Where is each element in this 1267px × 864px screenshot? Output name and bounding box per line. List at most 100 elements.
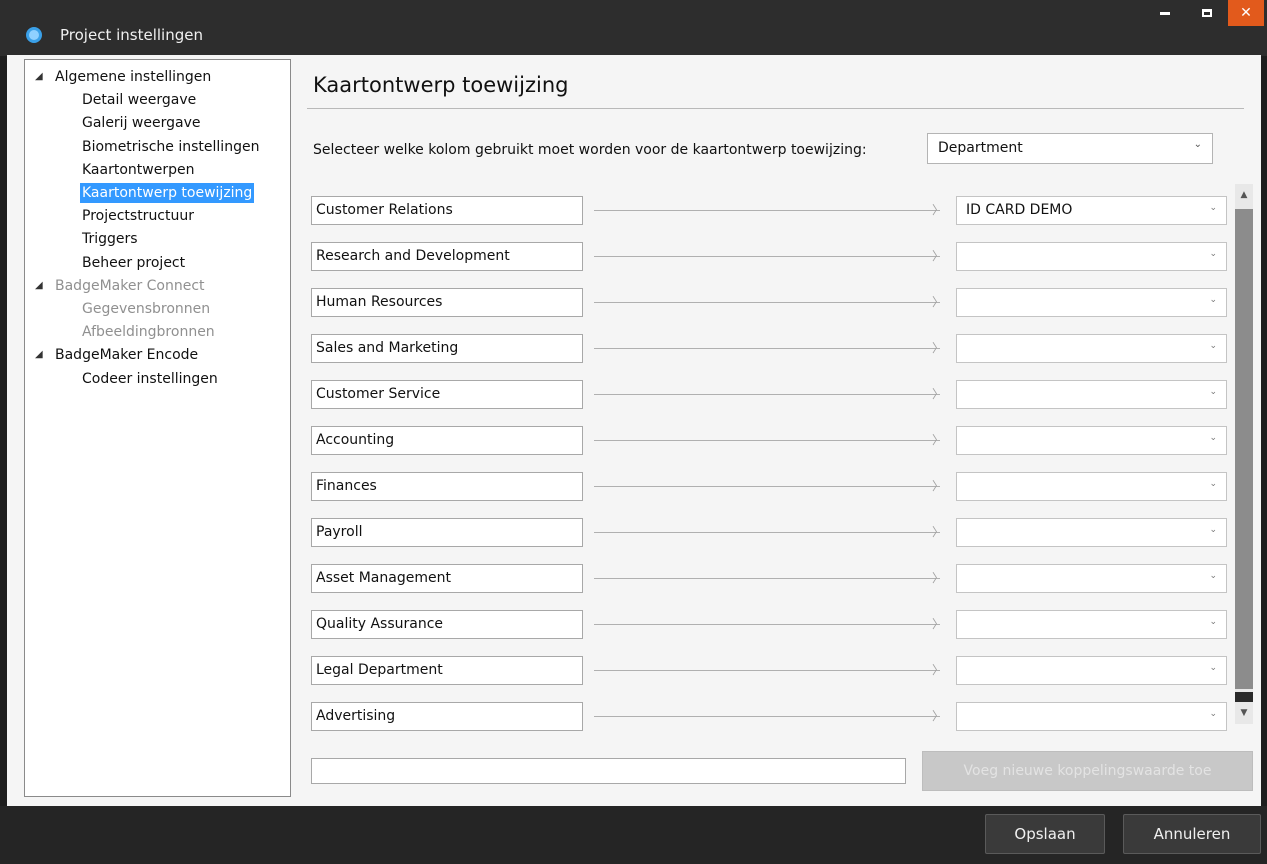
maximize-button[interactable] — [1189, 0, 1225, 26]
tree-item[interactable]: ◢ Algemene instellingen — [35, 67, 211, 87]
tree-item-label: BadgeMaker Connect — [55, 277, 205, 294]
tree-item[interactable]: Codeer instellingen — [82, 369, 218, 389]
mapping-connector-line — [594, 532, 940, 533]
close-button[interactable]: ✕ — [1228, 0, 1264, 26]
scrollbar-track-marker — [1235, 692, 1253, 702]
card-design-select[interactable]: ⌄ — [956, 610, 1227, 639]
mapping-value-text: Asset Management — [316, 570, 451, 586]
card-design-select[interactable]: ⌄ — [956, 380, 1227, 409]
card-design-select[interactable]: ⌄ — [956, 656, 1227, 685]
arrow-right-icon: 〉 — [932, 203, 945, 217]
tree-item-label: Projectstructuur — [82, 208, 194, 225]
chevron-down-icon: ⌄ — [1209, 709, 1217, 719]
card-design-select[interactable]: ⌄ — [956, 334, 1227, 363]
tree-item[interactable]: Afbeeldingbronnen — [82, 322, 215, 342]
tree-item-label: Detail weergave — [82, 92, 197, 109]
chevron-down-icon: ⌄ — [1209, 341, 1217, 351]
title-bar: Project instellingen ✕ — [0, 0, 1267, 56]
mapping-value-text: Customer Relations — [316, 202, 453, 218]
triangle-expanded-icon[interactable]: ◢ — [35, 276, 43, 296]
tree-item[interactable]: Gegevensbronnen — [82, 299, 210, 319]
mapping-connector-line — [594, 394, 940, 395]
card-design-select[interactable]: ⌄ — [956, 564, 1227, 593]
chevron-down-icon: ⌄ — [1209, 663, 1217, 673]
card-design-select[interactable]: ID CARD DEMO ⌄ — [956, 196, 1227, 225]
chevron-down-icon: ⌄ — [1209, 525, 1217, 535]
column-select[interactable]: Department ⌄ — [927, 133, 1213, 164]
tree-item[interactable]: Kaartontwerpen — [82, 160, 194, 180]
scroll-down-arrow-icon[interactable]: ▼ — [1235, 702, 1253, 724]
mapping-value-text: Payroll — [316, 524, 363, 540]
card-design-select[interactable]: ⌄ — [956, 242, 1227, 271]
chevron-down-icon: ⌄ — [1209, 571, 1217, 581]
mapping-connector-line — [594, 256, 940, 257]
mapping-value-field[interactable]: Asset Management — [311, 564, 583, 593]
card-design-select[interactable]: ⌄ — [956, 288, 1227, 317]
save-button[interactable]: Opslaan — [985, 814, 1105, 854]
mapping-value-field[interactable]: Accounting — [311, 426, 583, 455]
card-design-select[interactable]: ⌄ — [956, 702, 1227, 731]
mapping-connector-line — [594, 624, 940, 625]
card-design-select[interactable]: ⌄ — [956, 472, 1227, 501]
mapping-value-text: Quality Assurance — [316, 616, 444, 632]
scrollbar-thumb[interactable] — [1235, 209, 1253, 689]
tree-item[interactable]: ◢ BadgeMaker Encode — [35, 345, 198, 365]
mapping-value-field[interactable]: Sales and Marketing — [311, 334, 583, 363]
mapping-connector-line — [594, 210, 940, 211]
mapping-scrollbar[interactable]: ▲ ▼ — [1235, 184, 1253, 724]
tree-item[interactable]: Beheer project — [82, 253, 185, 273]
add-mapping-value-button[interactable]: Voeg nieuwe koppelingswaarde toe — [922, 751, 1253, 791]
app-logo-icon — [26, 27, 42, 43]
tree-item-label: Triggers — [82, 231, 138, 248]
page-title: Kaartontwerp toewijzing — [313, 73, 569, 97]
arrow-right-icon: 〉 — [932, 663, 945, 677]
arrow-right-icon: 〉 — [932, 341, 945, 355]
mapping-connector-line — [594, 302, 940, 303]
mapping-connector-line — [594, 578, 940, 579]
minimize-button[interactable] — [1147, 0, 1183, 26]
mapping-connector-line — [594, 670, 940, 671]
column-select-value: Department — [938, 140, 1023, 156]
mapping-value-field[interactable]: Finances — [311, 472, 583, 501]
mapping-value-field[interactable]: Legal Department — [311, 656, 583, 685]
chevron-down-icon: ⌄ — [1209, 617, 1217, 627]
card-design-select[interactable]: ⌄ — [956, 518, 1227, 547]
mapping-value-field[interactable]: Research and Development — [311, 242, 583, 271]
tree-item[interactable]: Projectstructuur — [82, 206, 194, 226]
column-prompt-label: Selecteer welke kolom gebruikt moet word… — [313, 142, 867, 158]
arrow-right-icon: 〉 — [932, 617, 945, 631]
tree-item-label: Afbeeldingbronnen — [82, 324, 215, 341]
mapping-value-field[interactable]: Quality Assurance — [311, 610, 583, 639]
mapping-value-field[interactable]: Human Resources — [311, 288, 583, 317]
new-mapping-value-input[interactable] — [311, 758, 906, 784]
project-settings-window: Project instellingen ✕ ◢ Algemene instell… — [0, 0, 1267, 864]
triangle-expanded-icon[interactable]: ◢ — [35, 67, 43, 87]
mapping-connector-line — [594, 486, 940, 487]
tree-item[interactable]: Galerij weergave — [82, 113, 200, 133]
card-design-select[interactable]: ⌄ — [956, 426, 1227, 455]
mapping-value-field[interactable]: Advertising — [311, 702, 583, 731]
mapping-connector-line — [594, 348, 940, 349]
chevron-down-icon: ⌄ — [1209, 433, 1217, 443]
chevron-down-icon: ⌄ — [1209, 295, 1217, 305]
arrow-right-icon: 〉 — [932, 295, 945, 309]
title-divider — [307, 108, 1244, 109]
tree-item[interactable]: Biometrische instellingen — [82, 137, 259, 157]
arrow-right-icon: 〉 — [932, 249, 945, 263]
chevron-down-icon: ⌄ — [1209, 203, 1217, 213]
cancel-button[interactable]: Annuleren — [1123, 814, 1261, 854]
dialog-footer: Opslaan Annuleren — [0, 806, 1267, 864]
scroll-up-arrow-icon[interactable]: ▲ — [1235, 184, 1253, 206]
mapping-value-field[interactable]: Customer Relations — [311, 196, 583, 225]
mapping-value-text: Research and Development — [316, 248, 510, 264]
triangle-expanded-icon[interactable]: ◢ — [35, 345, 43, 365]
mapping-value-field[interactable]: Customer Service — [311, 380, 583, 409]
chevron-down-icon: ⌄ — [1209, 249, 1217, 259]
tree-item[interactable]: Detail weergave — [82, 90, 196, 110]
mapping-value-text: Customer Service — [316, 386, 441, 402]
tree-item-label: Biometrische instellingen — [82, 138, 260, 155]
tree-item[interactable]: ◢ BadgeMaker Connect — [35, 276, 205, 296]
mapping-value-field[interactable]: Payroll — [311, 518, 583, 547]
tree-item[interactable]: Triggers — [82, 229, 138, 249]
tree-item[interactable]: Kaartontwerp toewijzing — [80, 183, 255, 203]
